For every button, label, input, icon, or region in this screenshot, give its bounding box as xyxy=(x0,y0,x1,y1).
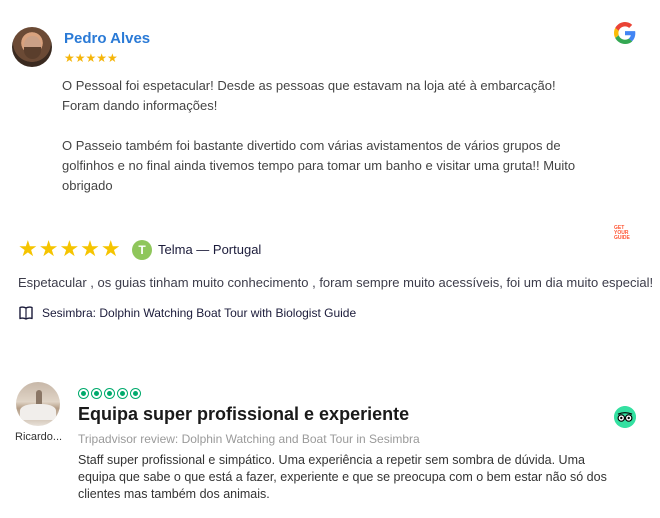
rating-bubble xyxy=(117,388,128,399)
reviewer-name: Telma — Portugal xyxy=(158,242,262,257)
tripadvisor-logo-icon[interactable] xyxy=(614,406,636,428)
tour-link[interactable]: Sesimbra: Dolphin Watching Boat Tour wit… xyxy=(18,304,356,322)
review-text: O Pessoal foi espetacular! Desde as pess… xyxy=(62,76,582,196)
star-rating: ★★★★★ xyxy=(18,236,122,261)
rating-bubble xyxy=(104,388,115,399)
reviewer-name[interactable]: Ricardo... xyxy=(15,431,62,443)
review-title: Equipa super profissional e experiente xyxy=(78,404,410,424)
getyourguide-review-card: ★★★★★ T Telma — Portugal GET YOUR GUIDE … xyxy=(0,220,660,330)
reviewer-avatar[interactable] xyxy=(12,27,52,67)
review-paragraph: O Passeio também foi bastante divertido … xyxy=(62,138,576,193)
google-review-card: Pedro Alves ★★★★★ O Pessoal foi espetacu… xyxy=(0,0,660,200)
rating-bubble xyxy=(91,388,102,399)
rating-bubble xyxy=(130,388,141,399)
review-paragraph: O Pessoal foi espetacular! Desde as pess… xyxy=(62,78,556,113)
star-rating: ★★★★★ xyxy=(64,51,118,65)
bubble-rating xyxy=(78,388,141,399)
review-source-line: Tripadvisor review: Dolphin Watching and… xyxy=(78,432,420,446)
rating-bubble xyxy=(78,388,89,399)
getyourguide-logo-icon[interactable]: GET YOUR GUIDE xyxy=(614,226,636,241)
google-logo-icon[interactable] xyxy=(614,22,636,44)
review-text: Staff super profissional e simpático. Um… xyxy=(78,453,607,501)
tripadvisor-review-card: Ricardo... Equipa super profissional e e… xyxy=(0,378,660,518)
book-icon xyxy=(19,306,33,320)
reviewer-initial-avatar: T xyxy=(132,240,152,260)
reviewer-avatar[interactable] xyxy=(16,382,60,426)
tour-name: Sesimbra: Dolphin Watching Boat Tour wit… xyxy=(42,306,357,320)
reviewer-name[interactable]: Pedro Alves xyxy=(64,30,150,47)
review-text: Espetacular , os guias tinham muito conh… xyxy=(18,275,654,290)
